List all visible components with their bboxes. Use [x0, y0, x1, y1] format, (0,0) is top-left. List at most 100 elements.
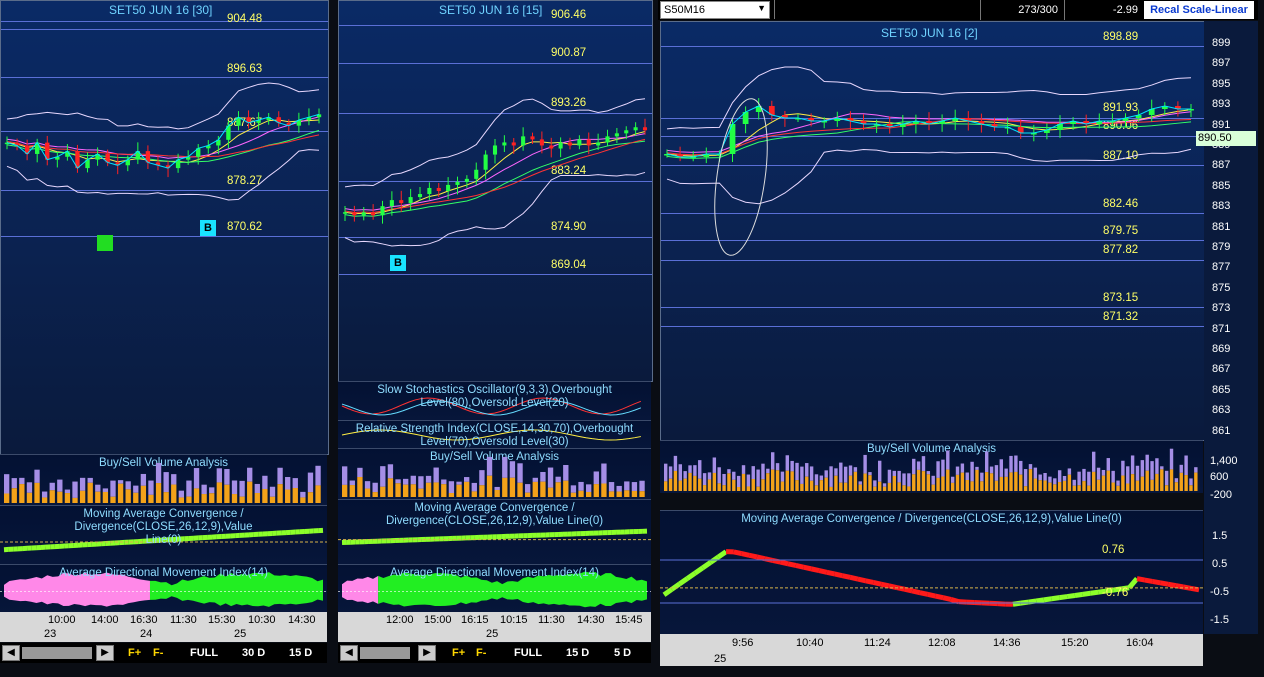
sell-volume-bar: [201, 484, 207, 495]
sell-volume-bar: [912, 458, 916, 475]
range-30d-button[interactable]: 30 D: [242, 645, 265, 661]
buy-volume-bar: [163, 492, 169, 503]
macd-segment: [919, 590, 929, 597]
macd-segment: [1090, 589, 1099, 596]
scrollbar[interactable]: [360, 647, 410, 659]
sell-volume-bar: [936, 461, 940, 478]
buy-volume-bar: [975, 469, 979, 491]
sell-volume-bar: [1155, 458, 1159, 474]
sell-volume-bar: [688, 465, 692, 473]
candle-body: [539, 139, 544, 146]
buy-volume-bar: [756, 486, 760, 491]
buy-volume-bar: [387, 478, 394, 497]
buy-volume-bar: [193, 488, 200, 503]
candle-body: [549, 145, 554, 149]
range-15d-button[interactable]: 15 D: [566, 645, 589, 661]
buy-volume-bar: [727, 473, 731, 491]
full-range-button[interactable]: FULL: [514, 645, 542, 661]
chart-pane-15[interactable]: SET50 JUN 16 [15] 906.46 900.87 893.26 8…: [338, 0, 653, 382]
buy-volume-bar: [863, 473, 867, 491]
sell-volume-bar: [712, 457, 717, 473]
buy-volume-bar: [631, 490, 638, 497]
sell-volume-bar: [148, 480, 154, 495]
range-5d-button[interactable]: 5 D: [614, 645, 631, 661]
scroll-right-button[interactable]: ▶: [418, 645, 436, 661]
macd-segment: [872, 580, 882, 587]
volume-panel-2: Buy/Sell Volume Analysis: [660, 440, 1203, 493]
sell-volume-bar: [1194, 467, 1198, 473]
buy-volume-bar: [186, 496, 192, 503]
sell-volume-bar: [1043, 473, 1047, 481]
buy-volume-bar: [509, 477, 516, 497]
buy-volume-bar: [41, 497, 48, 503]
macd-panel-2: Moving Average Convergence / Divergence(…: [660, 510, 1203, 635]
zoom-in-button[interactable]: F+: [128, 645, 141, 661]
sell-volume-bar: [907, 473, 911, 487]
sell-volume-bar: [931, 475, 935, 485]
sell-volume-bar: [756, 469, 760, 487]
buy-volume-bar: [698, 478, 702, 491]
macd-segment: [670, 581, 681, 592]
adx-panel-title: Average Directional Movement Index(14): [59, 567, 268, 579]
macd-tick: -0.5: [1210, 586, 1229, 598]
buy-volume-bar: [1145, 470, 1149, 491]
zoom-in-button[interactable]: F+: [452, 645, 465, 661]
macd-segment: [1028, 598, 1037, 605]
buy-volume-bar: [586, 491, 592, 497]
sell-volume-bar: [1033, 467, 1038, 479]
buy-volume-bar: [1130, 474, 1135, 491]
date-label: 25: [234, 628, 247, 640]
buy-volume-bar: [1106, 470, 1110, 491]
sell-volume-bar: [357, 467, 363, 478]
buy-volume-bar: [994, 480, 999, 491]
candle-body: [530, 136, 535, 140]
sell-volume-bar: [342, 466, 348, 485]
macd-level-label: 0.76: [1102, 544, 1125, 556]
recal-scale-button[interactable]: Recal Scale-Linear: [1144, 1, 1254, 19]
sell-volume-bar: [178, 490, 185, 498]
sell-volume-bar: [1164, 470, 1169, 486]
zoom-out-button[interactable]: F-: [153, 645, 163, 661]
sell-volume-bar: [946, 450, 950, 470]
buy-volume-bar: [916, 469, 921, 491]
sell-volume-bar: [471, 482, 477, 492]
adx-positive-area: [342, 575, 379, 604]
scrollbar[interactable]: [22, 647, 92, 659]
sell-volume-bar: [547, 467, 554, 488]
sell-volume-bar: [593, 471, 599, 485]
sell-volume-bar: [277, 467, 283, 485]
sell-volume-bar: [224, 469, 230, 485]
price-chart-30: [4, 82, 322, 201]
zoom-out-button[interactable]: F-: [476, 645, 486, 661]
sell-volume-bar: [994, 465, 999, 481]
current-price-tag: 890.50: [1196, 131, 1256, 146]
sell-volume-bar: [693, 465, 697, 476]
sell-volume-bar: [578, 481, 584, 491]
range-15d-button[interactable]: 15 D: [289, 645, 312, 661]
chart-pane-2[interactable]: SET50 JUN 16 [2] 898.89 891.93 890.06 88…: [660, 21, 1205, 441]
macd-segment: [779, 559, 789, 567]
scroll-left-button[interactable]: ◀: [2, 645, 20, 661]
full-range-button[interactable]: FULL: [190, 645, 218, 661]
chart-pane-30[interactable]: SET50 JUN 16 [30] 904.48 896.63 887.67 8…: [0, 0, 329, 455]
time-label: 10:30: [248, 614, 276, 626]
sell-volume-bar: [707, 472, 712, 480]
buy-volume-bar: [897, 482, 901, 491]
macd-tick: 1.5: [1212, 530, 1228, 542]
sell-volume-bar: [775, 463, 780, 471]
symbol-select[interactable]: S50M16 ▼: [660, 1, 770, 19]
buy-volume-bar: [1096, 479, 1101, 491]
sell-volume-bar: [950, 476, 955, 483]
buy-volume-bar: [532, 481, 538, 497]
scroll-right-button[interactable]: ▶: [96, 645, 114, 661]
buy-volume-bar: [624, 490, 630, 497]
macd-segment: [1152, 578, 1161, 586]
buy-volume-bar: [79, 490, 86, 503]
sell-volume-bar: [387, 464, 394, 479]
scroll-left-button[interactable]: ◀: [340, 645, 358, 661]
sell-volume-bar: [819, 475, 824, 481]
sell-volume-bar: [133, 485, 139, 493]
sell-volume-bar: [741, 465, 746, 474]
buy-signal-marker: B: [200, 220, 216, 236]
time-label: 16:04: [1126, 637, 1154, 649]
